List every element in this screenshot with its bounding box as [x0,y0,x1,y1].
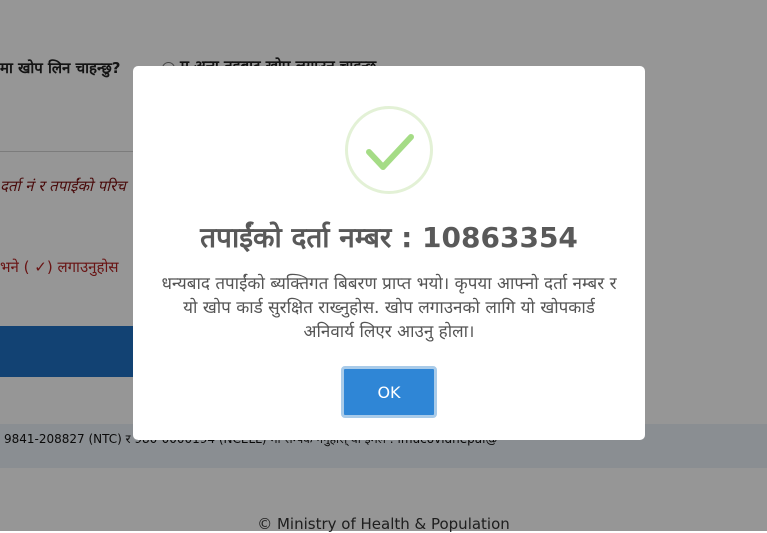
checkmark-icon [345,106,433,194]
ok-button[interactable]: OK [341,366,437,418]
success-dialog: तपाईंको दर्ता नम्बर : 10863354 धन्यबाद त… [133,66,645,440]
success-message: धन्यबाद तपाईंको ब्यक्तिगत बिबरण प्राप्त … [161,274,617,342]
registration-number-title: तपाईंको दर्ता नम्बर : 10863354 [200,221,578,254]
